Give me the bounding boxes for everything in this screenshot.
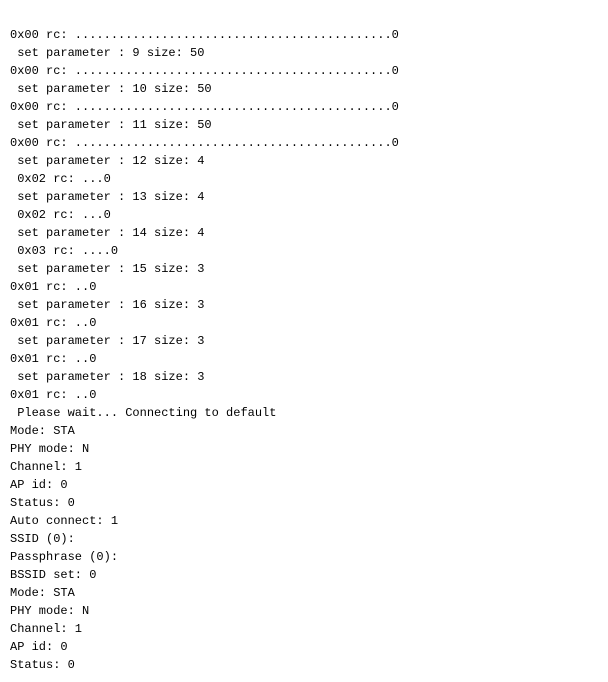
terminal-line-2: 0x00 rc: ...............................… (10, 62, 598, 80)
terminal-line-8: 0x02 rc: ...0 (10, 170, 598, 188)
terminal-line-33: PHY mode: N (10, 602, 598, 620)
terminal-line-32: Mode: STA (10, 584, 598, 602)
terminal-line-0: 0x00 rc: ...............................… (10, 26, 598, 44)
terminal-line-13: set parameter : 15 size: 3 (10, 260, 598, 278)
terminal-line-1: set parameter : 9 size: 50 (10, 44, 598, 62)
terminal-line-31: BSSID set: 0 (10, 566, 598, 584)
terminal-line-30: Passphrase (0): (10, 548, 598, 566)
terminal-line-22: Please wait... Connecting to default (10, 404, 598, 422)
terminal-line-6: 0x00 rc: ...............................… (10, 134, 598, 152)
terminal-line-14: 0x01 rc: ..0 (10, 278, 598, 296)
terminal-line-7: set parameter : 12 size: 4 (10, 152, 598, 170)
terminal-line-36: Status: 0 (10, 656, 598, 674)
terminal-line-11: set parameter : 14 size: 4 (10, 224, 598, 242)
terminal-line-25: Channel: 1 (10, 458, 598, 476)
terminal-line-24: PHY mode: N (10, 440, 598, 458)
terminal-line-10: 0x02 rc: ...0 (10, 206, 598, 224)
terminal-line-26: AP id: 0 (10, 476, 598, 494)
terminal-line-23: Mode: STA (10, 422, 598, 440)
terminal-line-17: set parameter : 17 size: 3 (10, 332, 598, 350)
terminal-line-20: 0x01 rc: ..0 (10, 386, 598, 404)
terminal-line-29: SSID (0): (10, 530, 598, 548)
terminal-line-34: Channel: 1 (10, 620, 598, 638)
terminal-line-4: 0x00 rc: ...............................… (10, 98, 598, 116)
terminal-line-12: 0x03 rc: ....0 (10, 242, 598, 260)
terminal-line-27: Status: 0 (10, 494, 598, 512)
terminal-line-5: set parameter : 11 size: 50 (10, 116, 598, 134)
terminal-line-15: set parameter : 16 size: 3 (10, 296, 598, 314)
terminal-line-19: set parameter : 18 size: 3 (10, 368, 598, 386)
terminal-line-28: Auto connect: 1 (10, 512, 598, 530)
terminal-output: 0x00 rc: ...............................… (0, 0, 608, 682)
terminal-line-18: 0x01 rc: ..0 (10, 350, 598, 368)
terminal-line-9: set parameter : 13 size: 4 (10, 188, 598, 206)
terminal-line-16: 0x01 rc: ..0 (10, 314, 598, 332)
terminal-line-3: set parameter : 10 size: 50 (10, 80, 598, 98)
terminal-line-35: AP id: 0 (10, 638, 598, 656)
